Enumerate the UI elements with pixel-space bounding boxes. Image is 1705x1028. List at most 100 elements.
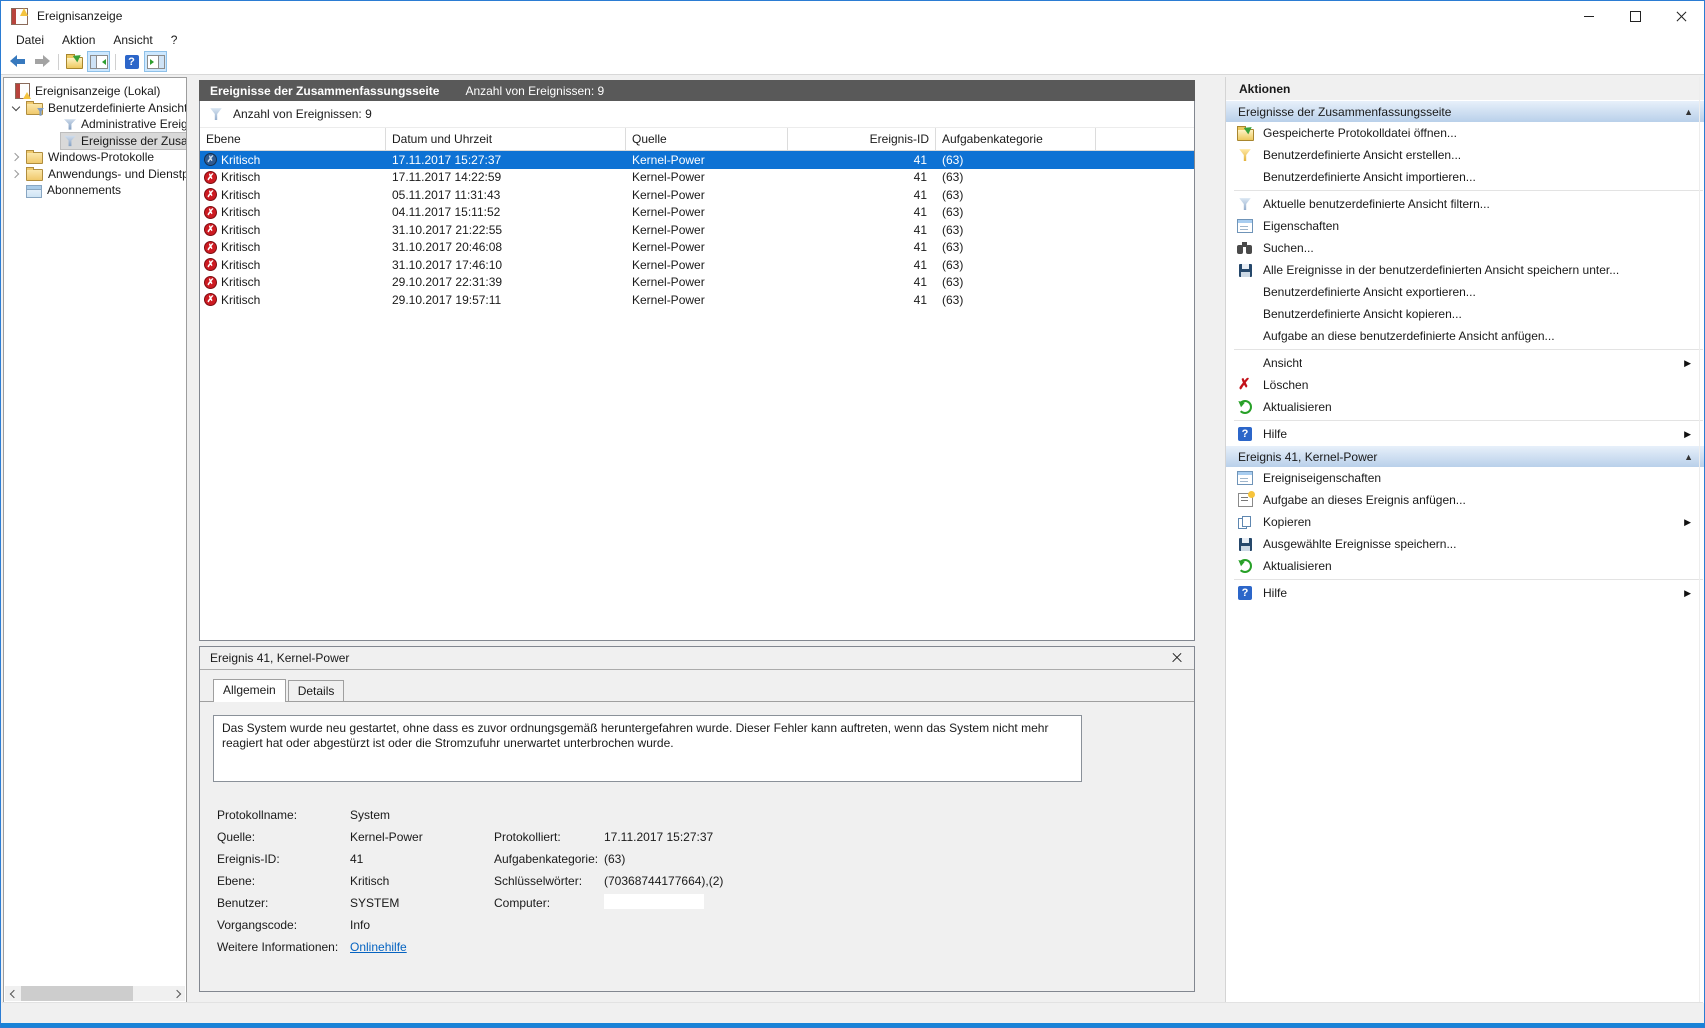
expander-expanded-icon[interactable]: [8, 101, 23, 115]
action-section-header[interactable]: Ereignisse der Zusammenfassungsseite ▲: [1226, 100, 1704, 122]
show-console-tree-button[interactable]: [87, 51, 110, 72]
tree-item[interactable]: Windows-Protokolle: [4, 149, 186, 166]
column-header-ereignis-id[interactable]: Ereignis-ID: [788, 128, 936, 150]
tab-details[interactable]: Details: [287, 680, 345, 701]
action-item[interactable]: Benutzerdefinierte Ansicht exportieren..…: [1226, 281, 1704, 303]
tree-item[interactable]: Administrative Ereignisse: [4, 116, 186, 133]
event-row[interactable]: Kritisch 05.11.2017 11:31:43 Kernel-Power 4…: [200, 186, 1194, 204]
action-item[interactable]: Ereigniseigenschaften: [1226, 467, 1704, 489]
action-icon-slot: [1236, 471, 1254, 485]
action-item[interactable]: Kopieren ▶: [1226, 511, 1704, 533]
action-item[interactable]: Benutzerdefinierte Ansicht kopieren...: [1226, 303, 1704, 325]
submenu-arrow-icon: ▶: [1684, 587, 1691, 598]
tree-item-label: Ereignisse der Zusammenfassungsseite: [59, 131, 186, 150]
action-icon-slot: [1236, 149, 1254, 162]
tree-item[interactable]: Benutzerdefinierte Ansichten: [4, 100, 186, 117]
onlinehilfe-link[interactable]: Onlinehilfe: [350, 940, 407, 954]
action-item[interactable]: Ansicht ▶: [1226, 352, 1704, 374]
event-level-text: Kritisch: [221, 275, 261, 290]
show-action-pane-button[interactable]: [144, 51, 167, 72]
action-item[interactable]: Löschen: [1226, 374, 1704, 396]
menu-item-hilfe[interactable]: ?: [162, 33, 187, 47]
tree-horizontal-scrollbar[interactable]: [5, 986, 185, 1001]
event-row[interactable]: Kritisch 17.11.2017 15:27:37 Kernel-Power 4…: [200, 151, 1194, 169]
action-item[interactable]: Benutzerdefinierte Ansicht erstellen...: [1226, 144, 1704, 166]
expander-collapsed-icon[interactable]: [8, 167, 23, 181]
action-item[interactable]: Aktualisieren: [1226, 555, 1704, 577]
action-item[interactable]: Aufgabe an diese benutzerdefinierte Ansi…: [1226, 325, 1704, 347]
close-details-icon[interactable]: [1170, 651, 1184, 665]
event-level-cell: Kritisch: [200, 153, 386, 167]
action-section-header[interactable]: Ereignis 41, Kernel-Power ▲: [1226, 445, 1704, 467]
submenu-arrow-icon: ▶: [1684, 428, 1691, 439]
column-header-datum-und-uhrzeit[interactable]: Datum und Uhrzeit: [386, 128, 626, 150]
help-button[interactable]: [120, 51, 143, 72]
collapse-arrow-icon[interactable]: ▲: [1684, 452, 1693, 462]
field-value: Kritisch: [350, 874, 390, 888]
action-item[interactable]: Aktualisieren: [1226, 396, 1704, 418]
menu-item-aktion[interactable]: Aktion: [53, 33, 104, 47]
tree-item-text: Abonnements: [47, 183, 122, 198]
event-category: (63): [942, 257, 964, 272]
event-datetime: 29.10.2017 22:31:39: [392, 275, 503, 290]
event-source: Kernel-Power: [632, 257, 705, 272]
action-item[interactable]: Aufgabe an dieses Ereignis anfügen...: [1226, 489, 1704, 511]
event-row[interactable]: Kritisch 31.10.2017 21:22:55 Kernel-Power 4…: [200, 221, 1194, 239]
event-list: Anzahl von Ereignissen: 9 Ebene Datum und…: [199, 101, 1195, 641]
tree-item[interactable]: Anwendungs- und Dienstprotokolle: [4, 166, 186, 183]
back-arrow-button[interactable]: [6, 51, 29, 72]
scroll-right-icon[interactable]: [170, 986, 185, 1001]
critical-icon: [204, 275, 217, 289]
action-icon-slot: [1236, 515, 1254, 529]
open-saved-log-button[interactable]: [63, 51, 86, 72]
event-row[interactable]: Kritisch 31.10.2017 17:46:10 Kernel-Power 4…: [200, 256, 1194, 274]
event-row[interactable]: Kritisch 31.10.2017 20:46:08 Kernel-Power 4…: [200, 239, 1194, 257]
submenu-arrow-icon: ▶: [1684, 357, 1691, 368]
expander-collapsed-icon[interactable]: [8, 150, 23, 164]
scroll-left-icon[interactable]: [5, 986, 20, 1001]
action-section-title: Ereignis 41, Kernel-Power: [1238, 449, 1378, 464]
column-header-quelle[interactable]: Quelle: [626, 128, 788, 150]
field-value: SYSTEM: [350, 896, 400, 910]
action-item[interactable]: Gespeicherte Protokolldatei öffnen...: [1226, 122, 1704, 144]
tab-allgemein[interactable]: Allgemein: [213, 679, 286, 702]
close-button[interactable]: [1658, 1, 1704, 31]
column-header-ebene[interactable]: Ebene: [200, 128, 386, 150]
action-item[interactable]: Eigenschaften: [1226, 215, 1704, 237]
action-item[interactable]: Suchen...: [1226, 237, 1704, 259]
event-id: 41: [913, 257, 927, 272]
column-header-aufgabenkategorie[interactable]: Aufgabenkategorie: [936, 128, 1096, 150]
forward-arrow-button[interactable]: [30, 51, 53, 72]
action-item[interactable]: Hilfe ▶: [1226, 582, 1704, 604]
action-icon-slot: [1236, 219, 1254, 233]
action-item[interactable]: Hilfe ▶: [1226, 423, 1704, 445]
menu-item-ansicht[interactable]: Ansicht: [104, 33, 161, 47]
event-level-text: Kritisch: [221, 257, 261, 272]
action-item-label: Benutzerdefinierte Ansicht importieren..…: [1263, 170, 1476, 184]
field-value: 17.11.2017 15:27:37: [604, 830, 714, 844]
minimize-button[interactable]: [1566, 1, 1612, 31]
event-row[interactable]: Kritisch 29.10.2017 19:57:11 Kernel-Power 4…: [200, 291, 1194, 309]
event-source: Kernel-Power: [632, 170, 705, 185]
list-header-count: Anzahl von Ereignissen: 9: [465, 83, 605, 98]
event-id: 41: [913, 187, 927, 202]
maximize-button[interactable]: [1612, 1, 1658, 31]
event-datetime: 31.10.2017 17:46:10: [392, 257, 503, 272]
action-item[interactable]: Benutzerdefinierte Ansicht importieren..…: [1226, 166, 1704, 188]
action-item[interactable]: Aktuelle benutzerdefinierte Ansicht filt…: [1226, 193, 1704, 215]
tree-item[interactable]: Abonnements: [4, 182, 186, 199]
collapse-arrow-icon[interactable]: ▲: [1684, 107, 1693, 117]
tree-item[interactable]: Ereignisanzeige (Lokal): [4, 83, 186, 100]
action-item-label: Aufgabe an dieses Ereignis anfügen...: [1263, 493, 1466, 507]
event-row[interactable]: Kritisch 29.10.2017 22:31:39 Kernel-Power 4…: [200, 274, 1194, 292]
action-item[interactable]: Alle Ereignisse in der benutzerdefiniert…: [1226, 259, 1704, 281]
tree-item[interactable]: Ereignisse der Zusammenfassungsseite: [4, 131, 186, 150]
event-row[interactable]: Kritisch 17.11.2017 14:22:59 Kernel-Power 4…: [200, 169, 1194, 187]
refresh-icon: [1238, 400, 1252, 414]
list-header-bar: Ereignisse der Zusammenfassungsseite Anz…: [199, 80, 1195, 101]
action-item[interactable]: Ausgewählte Ereignisse speichern...: [1226, 533, 1704, 555]
event-row[interactable]: Kritisch 04.11.2017 15:11:52 Kernel-Power 4…: [200, 204, 1194, 222]
menu-item-datei[interactable]: Datei: [7, 33, 53, 47]
scrollbar-thumb[interactable]: [21, 986, 133, 1001]
